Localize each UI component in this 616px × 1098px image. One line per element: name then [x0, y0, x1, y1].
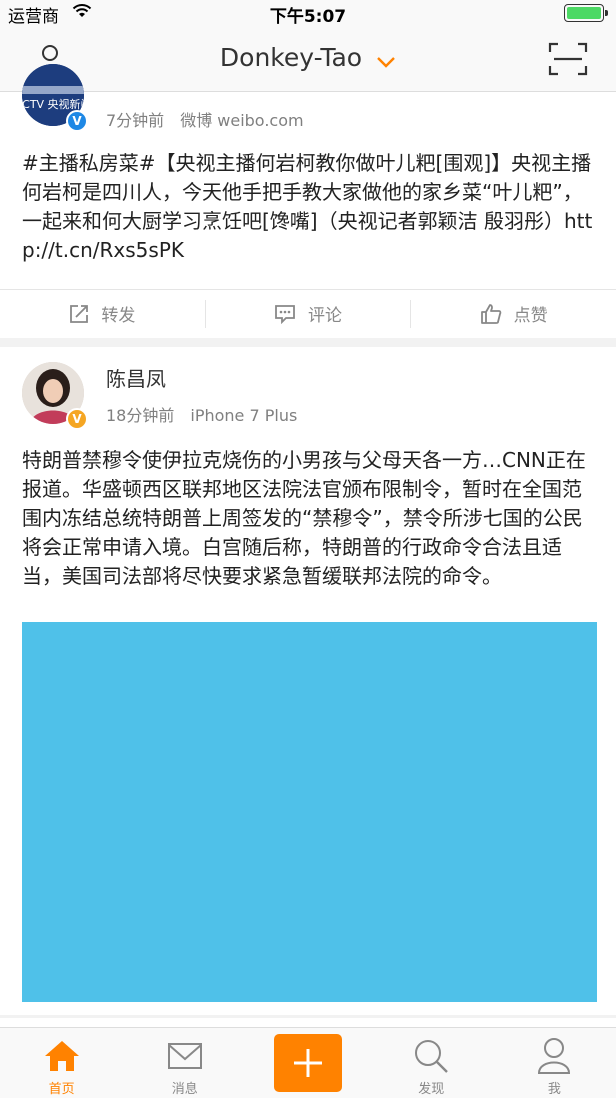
tab-messages[interactable]: 消息 — [123, 1028, 246, 1098]
avatar-text: CCTV 央视新闻 — [22, 97, 84, 111]
repost-icon — [70, 304, 89, 323]
comment-label: 评论 — [308, 306, 342, 326]
post-source: 微博 weibo.com — [180, 111, 304, 130]
post-image[interactable] — [22, 622, 597, 1002]
comment-icon — [275, 304, 295, 324]
plus-icon — [294, 1049, 322, 1077]
post-time: 7分钟前 — [106, 111, 165, 130]
tab-label: 我 — [547, 1082, 561, 1097]
thumbs-up-icon — [480, 303, 501, 324]
tab-label: 消息 — [171, 1082, 198, 1097]
action-bar: 转发 评论 点赞 — [0, 289, 616, 337]
avatar[interactable]: CCTV 央视新闻 V — [22, 64, 88, 132]
post-source: iPhone 7 Plus — [190, 406, 298, 425]
tab-bar: 首页 消息 发现 我 — [0, 1027, 616, 1098]
nav-title-button[interactable]: Donkey-Tao — [0, 43, 616, 74]
battery-icon — [564, 4, 608, 22]
scan-icon[interactable] — [548, 42, 588, 76]
author-name[interactable]: 陈昌凤 — [106, 363, 166, 392]
repost-label: 转发 — [101, 306, 136, 326]
post-card[interactable]: CCTV 央视新闻 V 7分钟前微博 weibo.com #主播私房菜#【央视主… — [0, 64, 616, 338]
tab-label: 首页 — [48, 1082, 75, 1097]
post-text[interactable]: 特朗普禁穆令使伊拉克烧伤的小男孩与父母天各一方…CNN正在报道。华盛顿西区联邦地… — [22, 446, 596, 591]
status-time: 下午5:07 — [269, 7, 347, 27]
verified-badge-icon: V — [66, 110, 88, 132]
like-button[interactable]: 点赞 — [410, 299, 616, 328]
tab-compose[interactable] — [246, 1028, 369, 1098]
post-text[interactable]: #主播私房菜#【央视主播何岩柯教你做叶儿粑[围观]】央视主播何岩柯是四川人，今天… — [22, 149, 596, 265]
post-card[interactable]: V 陈昌凤 18分钟前 iPhone 7 Plus 特朗普禁穆令使伊拉克烧伤的小男… — [0, 347, 616, 1015]
message-icon — [167, 1036, 203, 1076]
profile-icon — [537, 1036, 571, 1076]
nav-bar: Donkey-Tao — [0, 26, 616, 92]
avatar[interactable]: V — [22, 362, 88, 430]
repost-button[interactable]: 转发 — [0, 300, 205, 328]
post-meta: 7分钟前 微博 weibo.com — [106, 107, 304, 131]
post-time: 18分钟前 — [106, 406, 175, 425]
tab-home[interactable]: 首页 — [0, 1028, 123, 1098]
verified-badge-icon: V — [66, 408, 88, 430]
chevron-down-icon — [376, 45, 396, 74]
compose-button[interactable] — [274, 1034, 342, 1092]
comment-button[interactable]: 评论 — [204, 299, 411, 328]
tab-discover[interactable]: 发现 — [370, 1028, 493, 1098]
status-bar: 运营商 下午5:07 — [0, 0, 616, 27]
search-icon — [413, 1036, 449, 1076]
like-label: 点赞 — [513, 306, 548, 326]
tab-label: 发现 — [418, 1082, 445, 1097]
tab-me[interactable]: 我 — [493, 1028, 616, 1098]
home-icon — [43, 1036, 81, 1076]
nav-title: Donkey-Tao — [219, 43, 363, 72]
post-meta: 18分钟前 iPhone 7 Plus — [106, 402, 297, 426]
